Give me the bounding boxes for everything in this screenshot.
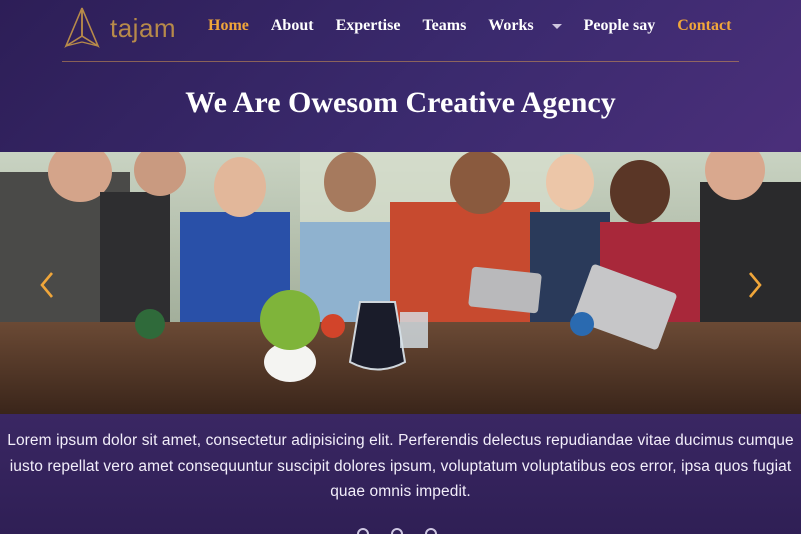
nav-item-expertise[interactable]: Expertise <box>336 17 401 35</box>
nav-item-contact[interactable]: Contact <box>677 17 731 35</box>
slider-pagination <box>357 528 459 534</box>
slider-dot-3[interactable] <box>425 528 437 534</box>
brand-logo[interactable]: tajam <box>62 6 176 50</box>
paper-plane-logo-icon <box>64 7 100 49</box>
nav-item-works-label: Works <box>488 17 534 34</box>
nav-item-teams[interactable]: Teams <box>422 17 466 35</box>
hero-slider <box>0 152 801 414</box>
chevron-right-icon <box>749 272 762 298</box>
caret-down-icon[interactable] <box>551 23 562 29</box>
nav-item-about[interactable]: About <box>271 17 314 35</box>
hero-caption-panel: Lorem ipsum dolor sit amet, consectetur … <box>0 414 801 534</box>
main-navigation: tajam Home About Expertise Teams Works P… <box>62 0 739 62</box>
hero-caption-text: Lorem ipsum dolor sit amet, consectetur … <box>7 432 794 500</box>
team-photo-image <box>0 152 801 414</box>
slider-next-button[interactable] <box>744 270 766 300</box>
nav-item-works[interactable]: Works <box>488 17 533 35</box>
hero-title: We Are Owesom Creative Agency <box>185 86 616 119</box>
nav-item-people-say[interactable]: People say <box>584 17 656 35</box>
slider-prev-button[interactable] <box>36 270 58 300</box>
brand-name: tajam <box>110 12 177 43</box>
chevron-left-icon <box>40 272 53 298</box>
nav-item-home[interactable]: Home <box>208 17 249 35</box>
slider-dot-2[interactable] <box>391 528 403 534</box>
slider-dot-1[interactable] <box>357 528 369 534</box>
nav-menu: Home About Expertise Teams Works People … <box>208 17 753 35</box>
